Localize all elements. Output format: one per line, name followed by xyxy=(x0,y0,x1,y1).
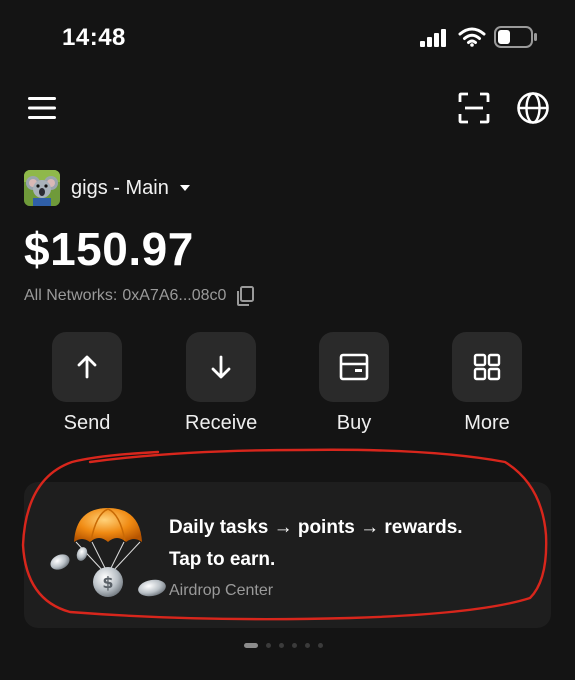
receive-tile[interactable] xyxy=(186,332,256,402)
top-bar xyxy=(0,86,575,130)
cellular-signal-icon xyxy=(420,29,446,47)
more-label: More xyxy=(464,412,510,434)
koala-avatar-icon xyxy=(24,170,60,206)
parachute-coins-icon: $ xyxy=(50,508,166,597)
status-bar: 14:48 xyxy=(0,0,575,78)
hamburger-menu-icon[interactable] xyxy=(26,94,58,122)
promo-headline: Daily tasks → points → rewards. Tap to e… xyxy=(169,512,539,576)
account-selector[interactable]: gigs - Main xyxy=(24,170,191,206)
wallet-card-icon xyxy=(339,353,369,381)
send-button[interactable]: Send xyxy=(51,332,123,435)
svg-text:$: $ xyxy=(102,573,113,592)
page-dot[interactable] xyxy=(279,643,284,648)
scan-icon[interactable] xyxy=(458,92,490,124)
receive-button[interactable]: Receive xyxy=(185,332,257,435)
send-label: Send xyxy=(63,412,111,434)
send-tile[interactable] xyxy=(52,332,122,402)
buy-label: Buy xyxy=(336,412,372,434)
page-dot[interactable] xyxy=(318,643,323,648)
status-time: 14:48 xyxy=(62,24,126,51)
promo-headline-line2: Tap to earn. xyxy=(169,549,276,570)
total-balance: $150.97 xyxy=(24,223,194,275)
avatar xyxy=(24,170,60,206)
wallet-address: 0xA7A6...08c0 xyxy=(122,287,227,304)
promo-subtitle: Airdrop Center xyxy=(169,582,274,599)
wifi-icon xyxy=(458,27,486,47)
arrow-up-icon xyxy=(77,355,97,379)
page-dot[interactable] xyxy=(244,643,258,648)
arrow-down-icon xyxy=(211,355,231,379)
page-indicator xyxy=(244,643,331,648)
address-row: All Networks: 0xA7A6...08c0 xyxy=(24,286,255,306)
buy-button[interactable]: Buy xyxy=(318,332,390,435)
more-button[interactable]: More xyxy=(451,332,523,435)
copy-icon[interactable] xyxy=(236,286,255,306)
page-dot[interactable] xyxy=(305,643,310,648)
receive-label: Receive xyxy=(185,412,258,434)
battery-icon xyxy=(494,26,537,48)
grid-icon xyxy=(473,353,501,381)
caret-down-icon xyxy=(179,185,190,191)
promo-headline-line1: Daily tasks → points → rewards. xyxy=(169,517,463,538)
globe-icon[interactable] xyxy=(516,91,550,125)
more-tile[interactable] xyxy=(452,332,522,402)
address-network-label: All Networks: xyxy=(24,287,118,304)
airdrop-promo-card[interactable]: $ Daily tasks → points → rewards. Tap to… xyxy=(24,482,551,628)
buy-tile[interactable] xyxy=(319,332,389,402)
page-dot[interactable] xyxy=(266,643,271,648)
account-name: gigs - Main xyxy=(71,176,169,199)
page-dot[interactable] xyxy=(292,643,297,648)
